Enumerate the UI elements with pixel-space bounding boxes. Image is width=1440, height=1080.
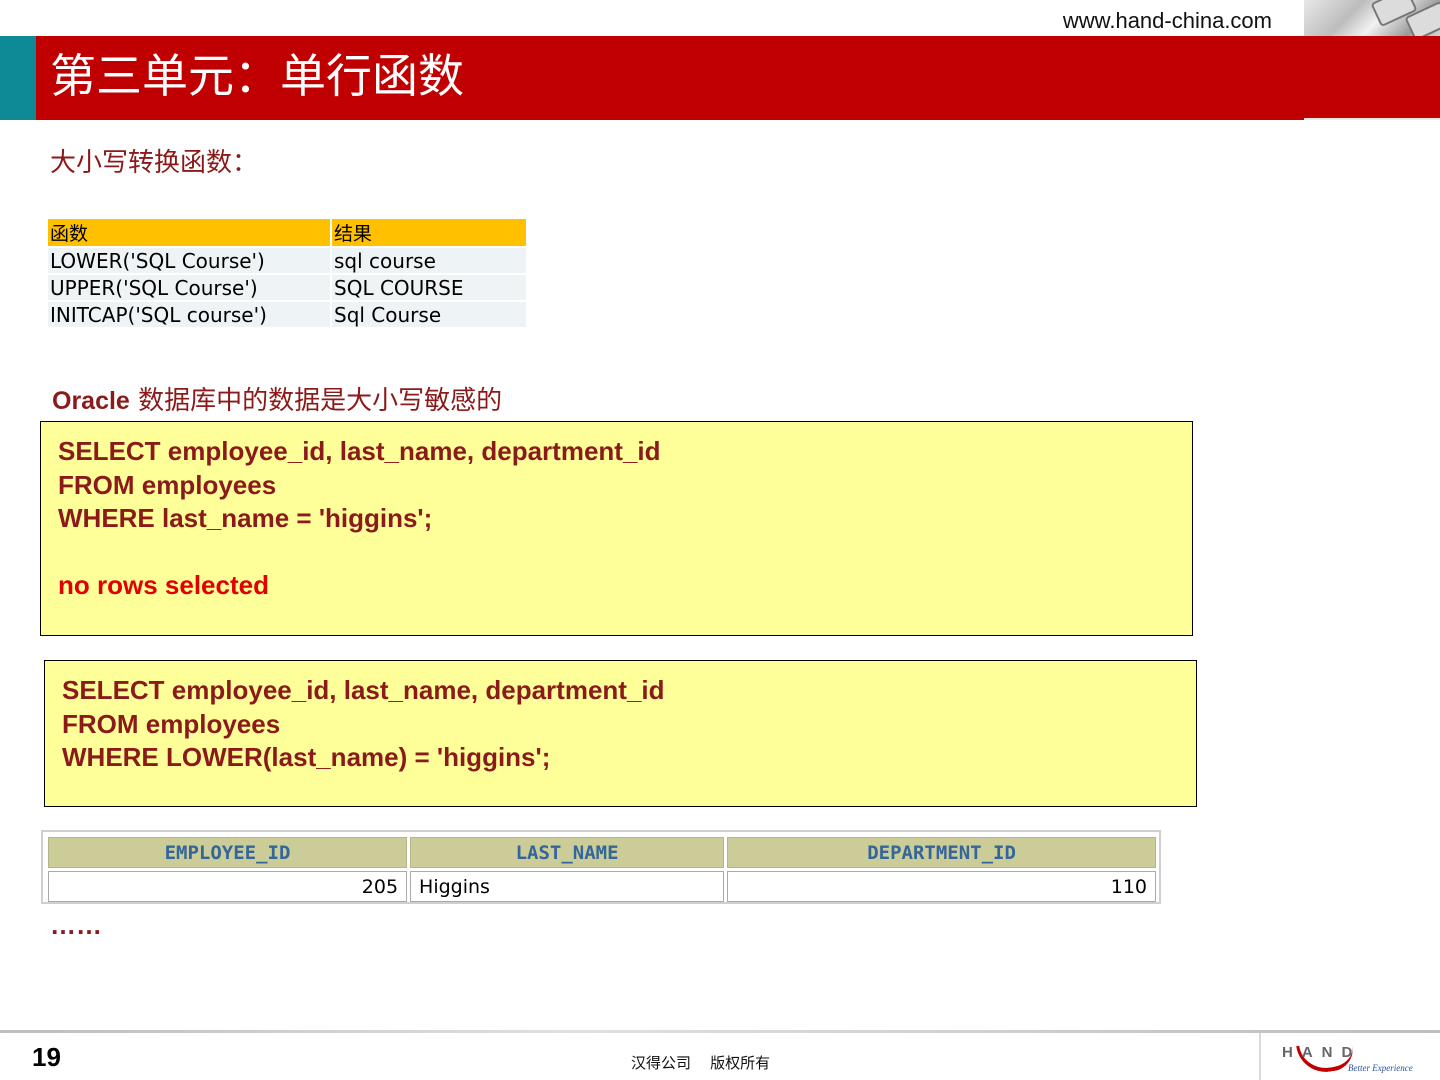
copyright-text: 汉得公司 版权所有 [631, 1054, 771, 1072]
case-sensitivity-note: Oracle 数据库中的数据是大小写敏感的 [52, 380, 502, 417]
note-bold-text: Oracle [52, 387, 130, 415]
sql-line: SELECT employee_id, last_name, departmen… [58, 436, 661, 466]
table-header-row: 函数 结果 [48, 219, 526, 246]
continuation-ellipsis: …… [50, 910, 102, 940]
result-header-row: EMPLOYEE_ID LAST_NAME DEPARTMENT_ID [48, 837, 1156, 868]
sql-query-box-2: SELECT employee_id, last_name, departmen… [44, 660, 1197, 807]
table-row: 205 Higgins 110 [48, 871, 1156, 902]
result-cell: sql course [332, 248, 526, 273]
result-cell: SQL COURSE [332, 275, 526, 300]
website-url[interactable]: www.hand-china.com [1000, 8, 1272, 34]
keyboard-photo [1304, 0, 1440, 36]
function-cell: INITCAP('SQL course') [48, 302, 332, 327]
header-cell-result: 结果 [332, 219, 526, 246]
function-cell: UPPER('SQL Course') [48, 275, 332, 300]
title-divider [1304, 118, 1440, 120]
header-cell-function: 函数 [48, 219, 332, 246]
logo-wordmark: HAND [1282, 1044, 1362, 1061]
table-row: INITCAP('SQL course') Sql Course [48, 302, 526, 327]
sql-query-box-1: SELECT employee_id, last_name, departmen… [40, 421, 1193, 636]
note-text: 数据库中的数据是大小写敏感的 [129, 386, 503, 416]
page-number: 19 [32, 1042, 61, 1072]
footer-rule [0, 1030, 1440, 1033]
cell-employee-id: 205 [48, 871, 408, 902]
cell-department-id: 110 [727, 871, 1156, 902]
footer-divider [1259, 1033, 1261, 1080]
sql-line: WHERE last_name = 'higgins'; [58, 503, 433, 533]
logo-tagline: Better Experience [1348, 1063, 1413, 1073]
query-result-grid: EMPLOYEE_ID LAST_NAME DEPARTMENT_ID 205 … [41, 830, 1161, 904]
result-table: EMPLOYEE_ID LAST_NAME DEPARTMENT_ID 205 … [45, 834, 1159, 905]
case-function-table: 函数 结果 LOWER('SQL Course') sql course UPP… [48, 217, 526, 329]
sql-line: WHERE LOWER(last_name) = 'higgins'; [62, 742, 551, 772]
column-header-employee-id: EMPLOYEE_ID [48, 837, 408, 868]
section-subheading: 大小写转换函数： [50, 148, 259, 178]
column-header-department-id: DEPARTMENT_ID [727, 837, 1156, 868]
function-cell: LOWER('SQL Course') [48, 248, 332, 273]
column-header-last-name: LAST_NAME [410, 837, 725, 868]
query-result-text: no rows selected [58, 570, 269, 600]
sql-line: FROM employees [58, 469, 277, 500]
title-accent-block [0, 36, 36, 120]
table-row: LOWER('SQL Course') sql course [48, 248, 526, 273]
hand-logo: HAND Better Experience [1278, 1036, 1438, 1078]
sql-line: FROM employees [62, 708, 281, 739]
sql-line: SELECT employee_id, last_name, departmen… [62, 675, 665, 705]
result-cell: Sql Course [332, 302, 526, 327]
table-row: UPPER('SQL Course') SQL COURSE [48, 275, 526, 300]
slide-title: 第三单元：单行函数 [50, 49, 464, 103]
cell-last-name: Higgins [410, 871, 725, 902]
